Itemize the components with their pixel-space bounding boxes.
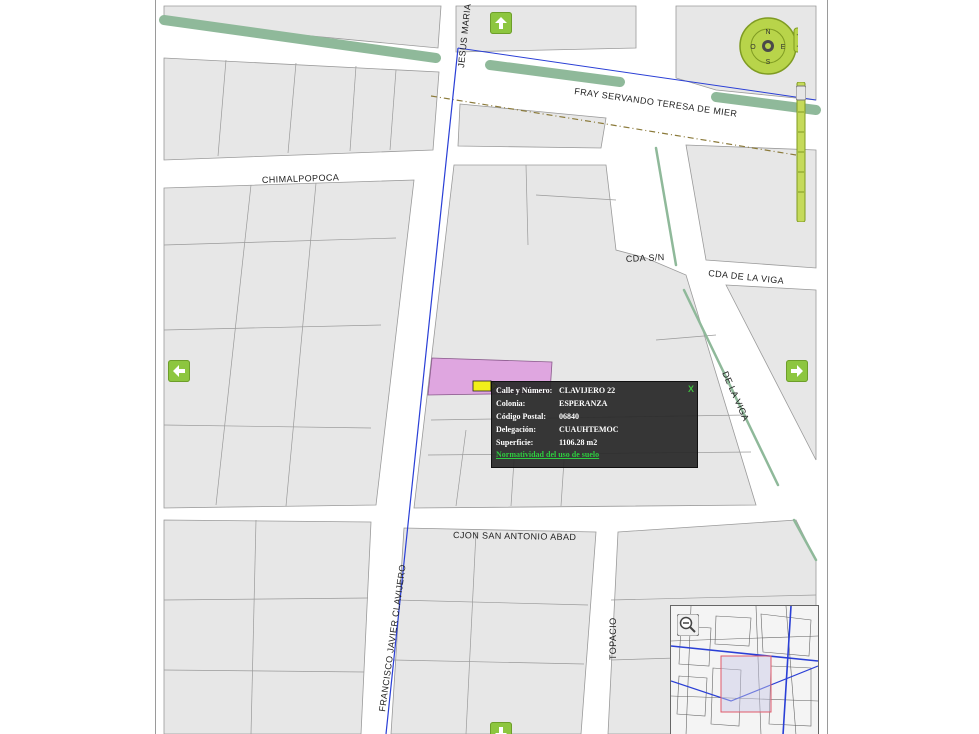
popup-row-postal-code: Código Postal: 06840 [496,412,579,421]
popup-value: CLAVIJERO 22 [559,386,616,395]
popup-row-surface: Superficie: 1106.28 m2 [496,438,597,447]
popup-value: 1106.28 m2 [559,438,598,447]
map-view[interactable]: JESUS MARIA FRAY SERVANDO TERESA DE MIER… [155,0,828,734]
city-block [163,57,440,161]
popup-value: 06840 [559,412,579,421]
zoom-out-small-icon[interactable]: − [796,41,801,51]
popup-row-delegacion: Delegación: CUAUHTEMOC [496,425,619,434]
city-block [163,179,415,509]
compass-south[interactable]: S [766,59,771,66]
overview-extent-box[interactable] [720,655,772,713]
arrow-left-icon[interactable] [168,360,190,382]
magnifier-minus-icon[interactable] [676,613,700,637]
arrow-right-icon[interactable] [786,360,808,382]
zoom-slider-handle[interactable] [795,85,807,101]
arrow-up-icon[interactable] [490,12,512,34]
popup-key: Superficie: [496,438,534,447]
city-block [163,519,372,734]
popup-value: ESPERANZA [559,399,608,408]
popup-key: Calle y Número: [496,386,553,395]
compass-west[interactable]: O [750,44,756,51]
street-label-cda-sn: CDA S/N [626,252,665,264]
land-use-regulation-link[interactable]: Normatividad del uso de suelo [496,450,599,459]
zoom-slider[interactable] [795,81,807,223]
popup-key: Delegación: [496,425,536,434]
overview-map[interactable] [670,605,819,734]
city-block [455,5,637,53]
popup-row-address: Calle y Número: CLAVIJERO 22 [496,386,615,395]
parcel-info-popup: X Calle y Número: CLAVIJERO 22 Colonia: … [491,381,698,468]
arrow-down-icon[interactable] [490,722,512,734]
compass-control[interactable]: + − N S E O [738,16,805,76]
compass-east[interactable]: E [781,44,786,51]
popup-value: CUAUHTEMOC [559,425,619,434]
popup-key: Código Postal: [496,412,546,421]
popup-key: Colonia: [496,399,526,408]
compass-north[interactable]: N [765,29,770,36]
zoom-in-icon[interactable]: + [796,30,801,40]
street-label-topacio: TOPACIO [608,618,618,660]
popup-row-colonia: Colonia: ESPERANZA [496,399,607,408]
city-block [390,527,597,734]
popup-close-button[interactable]: X [688,384,694,394]
